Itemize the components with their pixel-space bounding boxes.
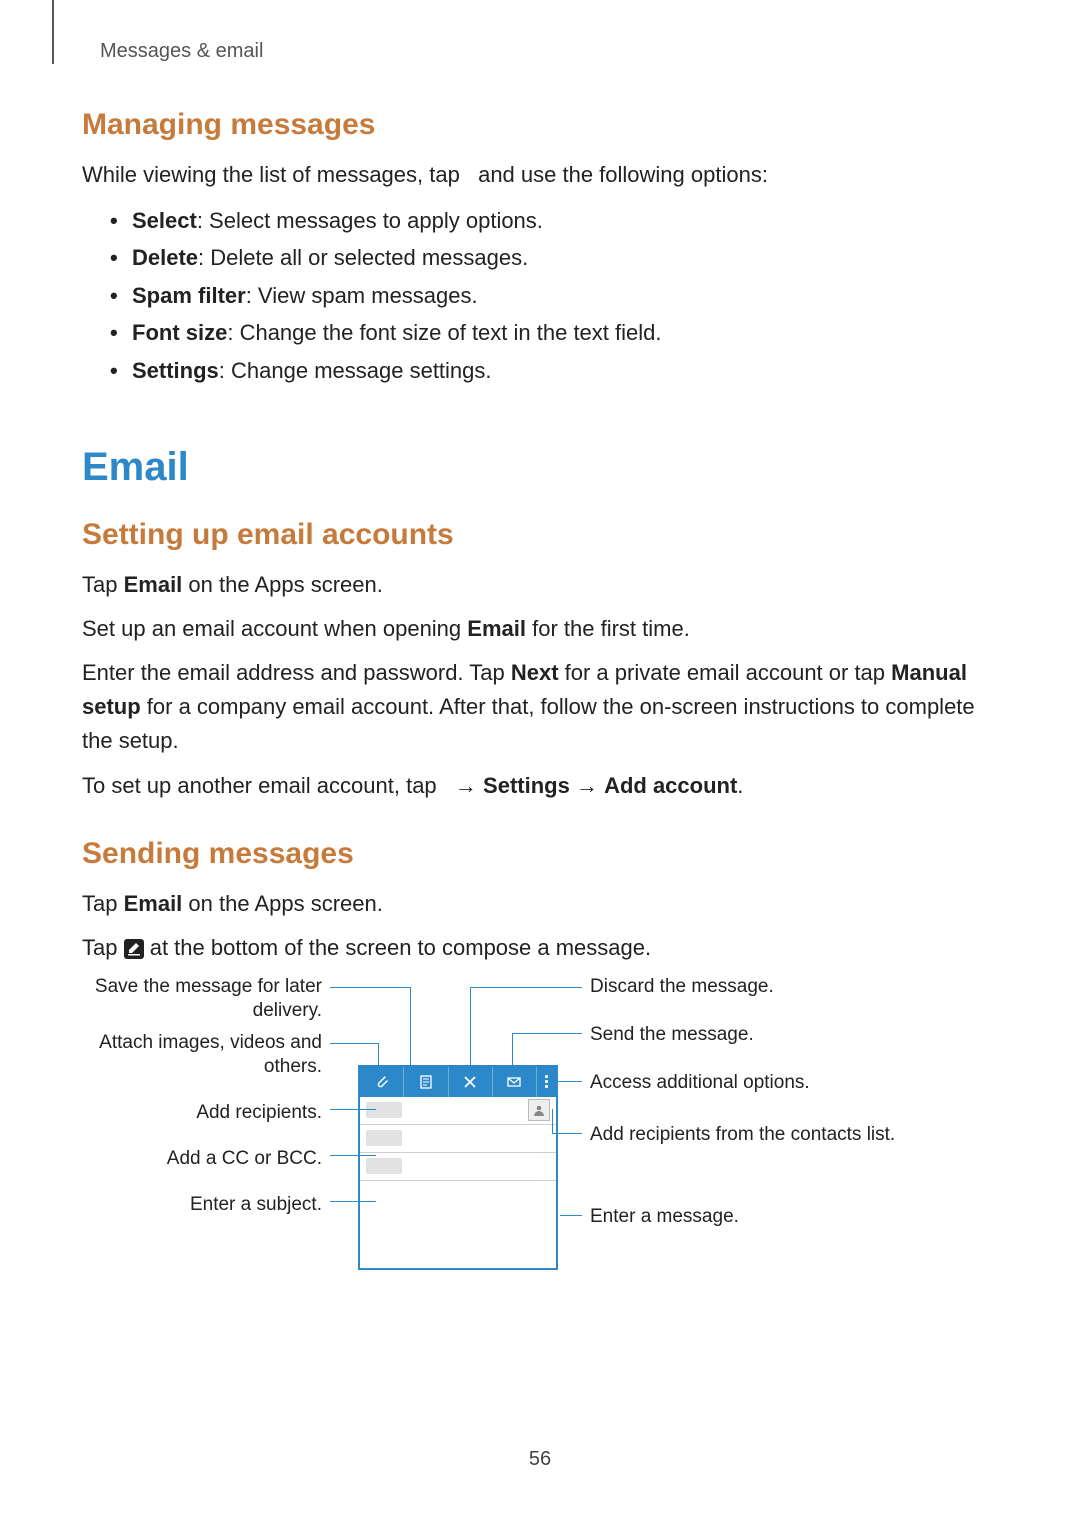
list-item: Select: Select messages to apply options…	[110, 202, 998, 239]
breadcrumb: Messages & email	[100, 40, 263, 63]
bold-text: Email	[467, 616, 526, 641]
callout-subject: Enter a subject.	[82, 1193, 322, 1217]
text: and use the following options:	[478, 162, 768, 187]
bold-text: Email	[124, 891, 183, 916]
leader-line	[330, 1201, 376, 1202]
field-placeholder	[366, 1130, 402, 1146]
attach-icon	[360, 1067, 403, 1097]
text: on the Apps screen.	[182, 572, 383, 597]
leader-line	[410, 987, 411, 1067]
field-placeholder	[366, 1102, 402, 1118]
text: on the Apps screen.	[182, 891, 383, 916]
contacts-icon	[528, 1099, 550, 1121]
compose-toolbar	[360, 1067, 556, 1097]
option-desc: : Change the font size of text in the te…	[227, 320, 661, 345]
more-options-icon	[536, 1067, 556, 1097]
heading-email: Email	[82, 445, 998, 490]
bold-text: Email	[124, 572, 183, 597]
text: for a private email account or tap	[559, 660, 892, 685]
callout-options: Access additional options.	[590, 1071, 890, 1095]
callout-send: Send the message.	[590, 1023, 890, 1047]
compose-icon	[124, 935, 150, 960]
callout-recipients: Add recipients.	[82, 1101, 322, 1125]
text: While viewing the list of messages, tap	[82, 162, 466, 187]
managing-intro: While viewing the list of messages, tap …	[82, 158, 998, 192]
callout-attach: Attach images, videos and others.	[82, 1031, 322, 1079]
setup-p1: Tap Email on the Apps screen.	[82, 568, 998, 602]
leader-line	[330, 1043, 378, 1044]
text: Tap	[82, 572, 124, 597]
text: Set up an email account when opening	[82, 616, 467, 641]
heading-sending-messages: Sending messages	[82, 837, 998, 871]
compose-screen-diagram: Save the message for later delivery. Att…	[82, 975, 1002, 1295]
list-item: Spam filter: View spam messages.	[110, 277, 998, 314]
bold-text: Add account	[604, 773, 737, 798]
leader-line	[378, 1043, 379, 1067]
option-name: Select	[132, 208, 197, 233]
save-draft-icon	[403, 1067, 447, 1097]
sending-p1: Tap Email on the Apps screen.	[82, 887, 998, 921]
option-desc: : Change message settings.	[219, 358, 492, 383]
setup-p3: Enter the email address and password. Ta…	[82, 656, 998, 758]
page-number: 56	[0, 1448, 1080, 1471]
leader-line	[330, 1155, 376, 1156]
leader-line	[470, 987, 471, 1067]
setup-p4: To set up another email account, tap → S…	[82, 769, 998, 803]
sending-p2: Tap at the bottom of the screen to compo…	[82, 931, 998, 965]
text: at the bottom of the screen to compose a…	[150, 935, 651, 960]
leader-line	[330, 987, 410, 988]
text: →	[455, 773, 483, 798]
cc-bcc-row	[360, 1125, 556, 1153]
option-name: Spam filter	[132, 283, 246, 308]
option-desc: : Select messages to apply options.	[197, 208, 543, 233]
text: Tap	[82, 891, 124, 916]
text: for a company email account. After that,…	[82, 694, 975, 753]
leader-line	[560, 1215, 582, 1216]
callout-contacts: Add recipients from the contacts list.	[590, 1123, 910, 1147]
text: for the first time.	[526, 616, 690, 641]
message-body-area	[360, 1181, 556, 1266]
list-item: Font size: Change the font size of text …	[110, 314, 998, 351]
leader-line	[512, 1033, 513, 1067]
managing-options-list: Select: Select messages to apply options…	[82, 202, 998, 389]
text: Tap	[82, 935, 124, 960]
heading-managing-messages: Managing messages	[82, 108, 998, 142]
list-item: Delete: Delete all or selected messages.	[110, 239, 998, 276]
leader-line	[552, 1109, 553, 1133]
discard-icon	[448, 1067, 492, 1097]
leader-line	[470, 987, 582, 988]
text: Enter the email address and password. Ta…	[82, 660, 511, 685]
text: To set up another email account, tap	[82, 773, 443, 798]
option-name: Settings	[132, 358, 219, 383]
heading-setting-up: Setting up email accounts	[82, 518, 998, 552]
send-icon	[492, 1067, 536, 1097]
leader-line	[548, 1081, 582, 1082]
subject-row	[360, 1153, 556, 1181]
leader-line	[552, 1133, 582, 1134]
option-name: Delete	[132, 245, 198, 270]
setup-p2: Set up an email account when opening Ema…	[82, 612, 998, 646]
option-desc: : Delete all or selected messages.	[198, 245, 528, 270]
page-edge-marker	[52, 0, 54, 64]
callout-discard: Discard the message.	[590, 975, 890, 999]
leader-line	[330, 1109, 376, 1110]
list-item: Settings: Change message settings.	[110, 352, 998, 389]
option-desc: : View spam messages.	[246, 283, 478, 308]
option-name: Font size	[132, 320, 227, 345]
callout-ccbcc: Add a CC or BCC.	[82, 1147, 322, 1171]
callout-save: Save the message for later delivery.	[82, 975, 322, 1023]
bold-text: Next	[511, 660, 559, 685]
recipients-row	[360, 1097, 556, 1125]
phone-mock	[358, 1065, 558, 1270]
bold-text: Settings	[483, 773, 570, 798]
text: →	[570, 773, 604, 798]
leader-line	[512, 1033, 582, 1034]
field-placeholder	[366, 1158, 402, 1174]
callout-body: Enter a message.	[590, 1205, 890, 1229]
text: .	[737, 773, 743, 798]
